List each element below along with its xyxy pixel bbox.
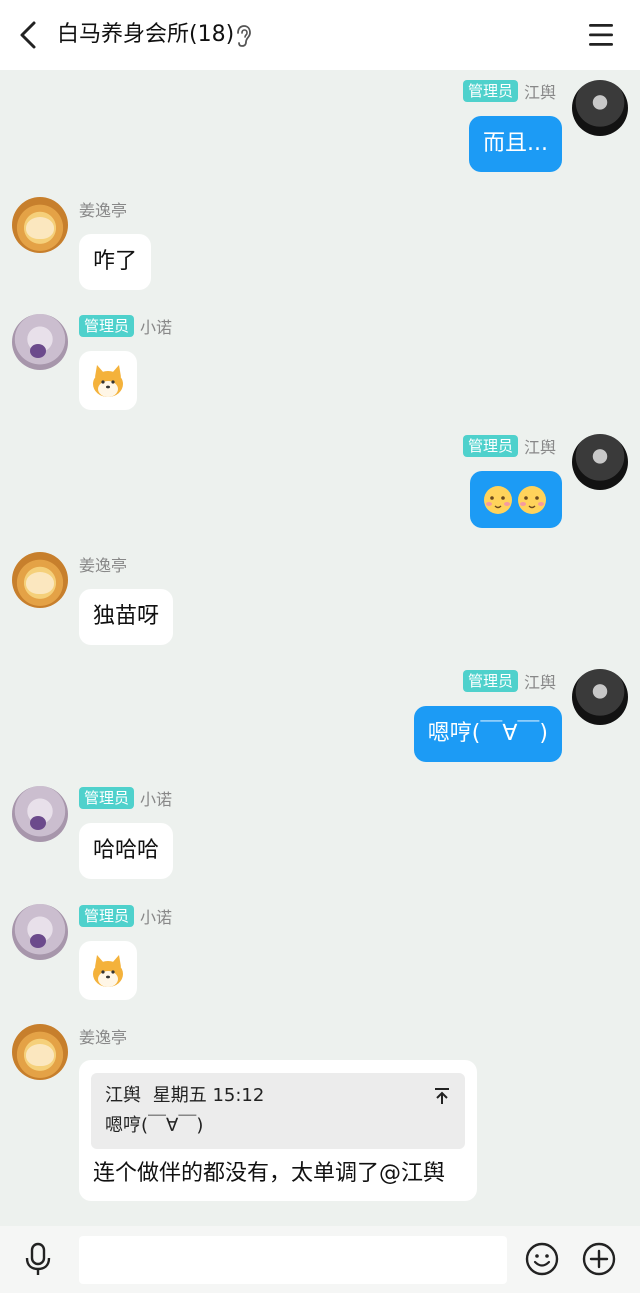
sender-name: 姜逸亭 xyxy=(79,201,128,220)
admin-badge: 管理员 xyxy=(79,787,135,809)
quote-author: 江舆 xyxy=(105,1085,141,1106)
sender-name: 姜逸亭 xyxy=(79,1028,128,1047)
sender-name: 小诺 xyxy=(140,908,173,927)
chat-header: 白马养身会所(18) xyxy=(0,0,640,70)
sticker-bubble[interactable] xyxy=(79,351,137,410)
shiba-sticker-icon xyxy=(93,955,123,987)
sticker-bubble[interactable] xyxy=(79,941,137,1000)
avatar-xiaonuo[interactable] xyxy=(12,904,68,960)
sender-name: 江舆 xyxy=(523,83,556,102)
admin-badge: 管理员 xyxy=(462,435,518,457)
back-arrow-icon[interactable] xyxy=(14,20,42,50)
avatar-xiaonuo[interactable] xyxy=(12,786,68,842)
sender-info: 姜逸亭 xyxy=(79,1025,127,1047)
microphone-icon[interactable] xyxy=(22,1242,54,1276)
plus-icon[interactable] xyxy=(582,1242,616,1276)
input-bar xyxy=(0,1226,640,1293)
sender-info: 管理员 小诺 xyxy=(79,315,172,337)
sender-name: 江舆 xyxy=(523,673,556,692)
message-bubble[interactable]: 而且... xyxy=(469,116,562,172)
message-bubble[interactable]: 咋了 xyxy=(79,234,152,290)
quote-time: 星期五 15:12 xyxy=(152,1085,265,1106)
admin-badge: 管理员 xyxy=(79,315,135,337)
avatar-jiangyiting[interactable] xyxy=(12,197,68,253)
message-bubble[interactable]: 嗯哼(￣∀￣) xyxy=(413,706,562,762)
emoji-bubble[interactable] xyxy=(470,471,562,528)
admin-badge: 管理员 xyxy=(79,905,135,927)
sender-name: 小诺 xyxy=(140,790,173,809)
message-input[interactable] xyxy=(79,1236,507,1284)
shy-face-emoji-icon xyxy=(484,486,546,514)
shiba-sticker-icon xyxy=(93,365,123,397)
admin-badge: 管理员 xyxy=(462,670,518,692)
avatar-jiangyu[interactable] xyxy=(572,80,628,136)
avatar-xiaonuo[interactable] xyxy=(12,314,68,370)
jump-to-top-icon[interactable] xyxy=(433,1087,451,1105)
reply-message-bubble[interactable]: 江舆 星期五 15:12 嗯哼(￣∀￣) 连个做伴的都没有，太单调了@江舆 xyxy=(79,1060,477,1201)
message-bubble[interactable]: 哈哈哈 xyxy=(79,823,174,879)
sender-info: 管理员 江舆 xyxy=(462,670,556,692)
sender-info: 管理员 江舆 xyxy=(462,80,556,102)
avatar-jiangyu[interactable] xyxy=(572,434,628,490)
sender-name: 姜逸亭 xyxy=(79,556,128,575)
sender-info: 管理员 江舆 xyxy=(462,435,556,457)
avatar-jiangyu[interactable] xyxy=(572,669,628,725)
emoji-icon[interactable] xyxy=(525,1242,559,1276)
avatar-jiangyiting[interactable] xyxy=(12,1024,68,1080)
sender-info: 管理员 小诺 xyxy=(79,787,172,809)
avatar-jiangyiting[interactable] xyxy=(12,552,68,608)
group-title: 白马养身会所(18) xyxy=(57,22,235,47)
quote-text: 嗯哼(￣∀￣) xyxy=(105,1115,204,1136)
reply-text: 连个做伴的都没有，太单调了@江舆 xyxy=(93,1161,446,1186)
sender-name: 小诺 xyxy=(140,318,173,337)
quote-header: 江舆 星期五 15:12 xyxy=(105,1081,264,1111)
sender-info: 姜逸亭 xyxy=(79,553,127,575)
menu-icon[interactable] xyxy=(586,22,616,48)
sender-info: 姜逸亭 xyxy=(79,198,127,220)
sender-name: 江舆 xyxy=(523,438,556,457)
ear-icon xyxy=(237,25,251,47)
message-bubble[interactable]: 独苗呀 xyxy=(79,589,174,645)
sender-info: 管理员 小诺 xyxy=(79,905,172,927)
admin-badge: 管理员 xyxy=(462,80,518,102)
quoted-message[interactable]: 江舆 星期五 15:12 嗯哼(￣∀￣) xyxy=(91,1073,465,1149)
